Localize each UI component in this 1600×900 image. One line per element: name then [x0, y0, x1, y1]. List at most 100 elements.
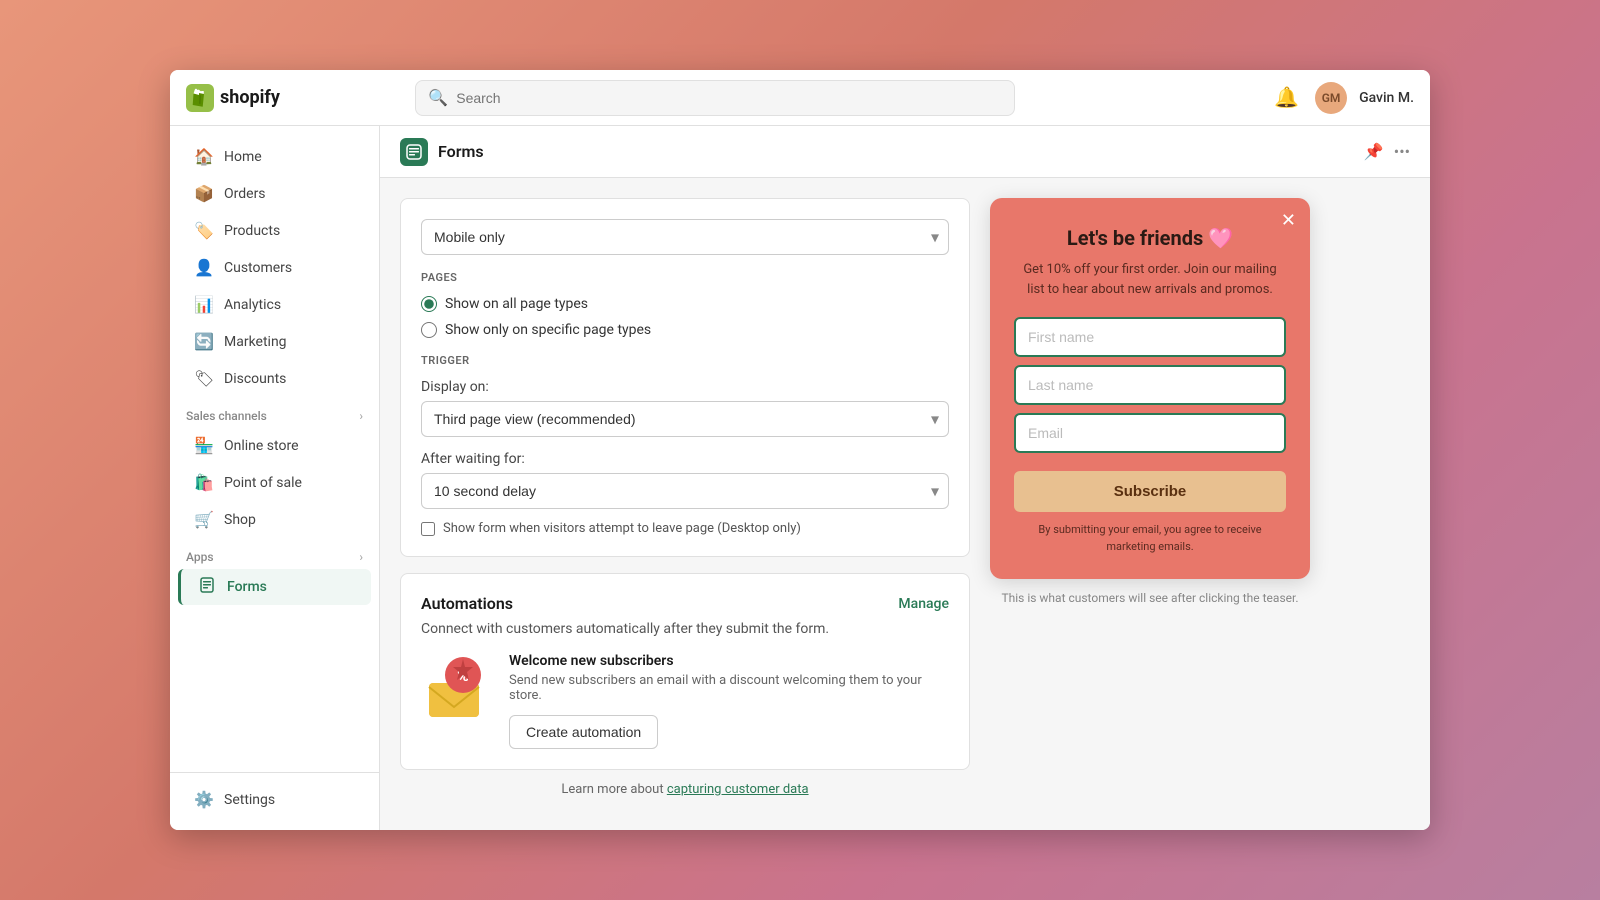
exit-intent-checkbox-wrapper[interactable]: Show form when visitors attempt to leave…	[421, 521, 949, 536]
avatar: GM	[1315, 82, 1347, 114]
automation-content: Welcome new subscribers Send new subscri…	[509, 653, 949, 749]
radio-specific-pages[interactable]: Show only on specific page types	[421, 322, 949, 338]
pages-section-label: PAGES	[421, 271, 949, 284]
products-icon: 🏷️	[194, 221, 214, 240]
main-content: Forms 📌 ••• Mobile only Deskto	[380, 126, 1430, 830]
orders-icon: 📦	[194, 184, 214, 203]
display-select-wrapper[interactable]: Mobile only Desktop only All devices	[421, 219, 949, 255]
preview-panel: ✕ Let's be friends 🩷 Get 10% off your fi…	[990, 198, 1310, 797]
sidebar-label-customers: Customers	[224, 260, 292, 276]
exit-intent-label: Show form when visitors attempt to leave…	[443, 521, 801, 536]
body: 🏠 Home 📦 Orders 🏷️ Products 👤 Customers …	[170, 126, 1430, 830]
logo[interactable]: shopify	[186, 84, 280, 112]
popup-first-name-input[interactable]	[1014, 317, 1286, 357]
manage-link[interactable]: Manage	[898, 596, 949, 612]
settings-icon: ⚙️	[194, 790, 214, 809]
sidebar-item-online-store[interactable]: 🏪 Online store	[178, 428, 371, 463]
display-select[interactable]: Mobile only Desktop only All devices	[421, 219, 949, 255]
sidebar-label-orders: Orders	[224, 186, 266, 202]
radio-specific-pages-label: Show only on specific page types	[445, 322, 651, 338]
automations-header: Automations Manage	[421, 594, 949, 613]
after-waiting-label: After waiting for:	[421, 451, 949, 467]
after-waiting-select[interactable]: 10 second delay 5 second delay No delay …	[421, 473, 949, 509]
exit-intent-checkbox[interactable]	[421, 522, 435, 536]
pin-icon: 📌	[1364, 142, 1384, 161]
sidebar-label-home: Home	[224, 149, 262, 165]
search-bar[interactable]: 🔍	[415, 80, 1015, 116]
sidebar: 🏠 Home 📦 Orders 🏷️ Products 👤 Customers …	[170, 126, 380, 830]
page-title: Forms	[438, 142, 484, 161]
marketing-icon: 🔄	[194, 332, 214, 351]
popup-subtitle: Get 10% off your first order. Join our m…	[1014, 260, 1286, 299]
display-on-select-wrapper[interactable]: Third page view (recommended) First page…	[421, 401, 949, 437]
sidebar-item-analytics[interactable]: 📊 Analytics	[178, 287, 371, 322]
popup-subscribe-button[interactable]: Subscribe	[1014, 471, 1286, 512]
sidebar-label-online-store: Online store	[224, 438, 299, 454]
automations-title: Automations	[421, 594, 513, 613]
create-automation-button[interactable]: Create automation	[509, 715, 658, 749]
sidebar-item-orders[interactable]: 📦 Orders	[178, 176, 371, 211]
automation-image: %	[421, 653, 493, 725]
page-title-icon	[400, 138, 428, 166]
apps-expand-icon[interactable]: ›	[359, 550, 363, 564]
logo-text: shopify	[220, 87, 280, 108]
learn-more-section: Learn more about capturing customer data	[400, 770, 970, 797]
apps-section: Apps ›	[170, 538, 379, 568]
settings-section: ⚙️ Settings	[170, 772, 379, 818]
sidebar-item-products[interactable]: 🏷️ Products	[178, 213, 371, 248]
search-icon: 🔍	[428, 88, 448, 107]
popup-title: Let's be friends 🩷	[1014, 226, 1286, 250]
automations-card: Automations Manage Connect with customer…	[400, 573, 970, 770]
sales-channels-expand-icon[interactable]: ›	[359, 409, 363, 423]
radio-all-pages-label: Show on all page types	[445, 296, 588, 312]
learn-more-text: Learn more about	[561, 782, 666, 797]
discounts-icon: 🏷	[194, 369, 214, 388]
sidebar-label-settings: Settings	[224, 792, 275, 808]
popup-close-button[interactable]: ✕	[1281, 210, 1296, 231]
sidebar-item-home[interactable]: 🏠 Home	[178, 139, 371, 174]
automation-item: % Welcome new subscribers Send new subsc…	[421, 653, 949, 749]
content-area: Mobile only Desktop only All devices PAG…	[380, 178, 1430, 817]
automation-name: Welcome new subscribers	[509, 653, 949, 669]
display-on-label: Display on:	[421, 379, 949, 395]
customers-icon: 👤	[194, 258, 214, 277]
search-input[interactable]	[456, 90, 1002, 106]
sidebar-label-products: Products	[224, 223, 280, 239]
radio-all-pages[interactable]: Show on all page types	[421, 296, 949, 312]
page-title-row: Forms	[400, 138, 484, 166]
header: shopify 🔍 🔔 GM Gavin M.	[170, 70, 1430, 126]
sidebar-item-settings[interactable]: ⚙️ Settings	[178, 782, 371, 817]
sidebar-item-shop[interactable]: 🛒 Shop	[178, 502, 371, 537]
more-options-icon[interactable]: •••	[1394, 142, 1410, 161]
sidebar-label-shop: Shop	[224, 512, 256, 528]
shop-icon: 🛒	[194, 510, 214, 529]
user-name: Gavin M.	[1359, 90, 1414, 106]
popup-email-input[interactable]	[1014, 413, 1286, 453]
sidebar-item-forms[interactable]: Forms	[178, 569, 371, 605]
analytics-icon: 📊	[194, 295, 214, 314]
sidebar-item-customers[interactable]: 👤 Customers	[178, 250, 371, 285]
forms-icon	[197, 577, 217, 597]
pages-radio-group: Show on all page types Show only on spec…	[421, 296, 949, 338]
notification-button[interactable]: 🔔	[1270, 81, 1303, 114]
sidebar-item-discounts[interactable]: 🏷 Discounts	[178, 361, 371, 396]
radio-all-pages-input[interactable]	[421, 296, 437, 312]
after-waiting-select-wrapper[interactable]: 10 second delay 5 second delay No delay …	[421, 473, 949, 509]
page-header: Forms 📌 •••	[380, 126, 1430, 178]
display-on-select[interactable]: Third page view (recommended) First page…	[421, 401, 949, 437]
sales-channels-label: Sales channels	[186, 409, 267, 423]
sidebar-label-analytics: Analytics	[224, 297, 281, 313]
popup-card: ✕ Let's be friends 🩷 Get 10% off your fi…	[990, 198, 1310, 579]
sidebar-label-point-of-sale: Point of sale	[224, 475, 302, 491]
sidebar-item-marketing[interactable]: 🔄 Marketing	[178, 324, 371, 359]
sidebar-item-point-of-sale[interactable]: 🛍️ Point of sale	[178, 465, 371, 500]
trigger-section: TRIGGER Display on: Third page view (rec…	[421, 354, 949, 536]
sidebar-label-discounts: Discounts	[224, 371, 286, 387]
capturing-data-link[interactable]: capturing customer data	[667, 782, 809, 797]
popup-last-name-input[interactable]	[1014, 365, 1286, 405]
sidebar-label-marketing: Marketing	[224, 334, 287, 350]
point-of-sale-icon: 🛍️	[194, 473, 214, 492]
trigger-label: TRIGGER	[421, 354, 949, 367]
radio-specific-pages-input[interactable]	[421, 322, 437, 338]
apps-label: Apps	[186, 550, 214, 564]
